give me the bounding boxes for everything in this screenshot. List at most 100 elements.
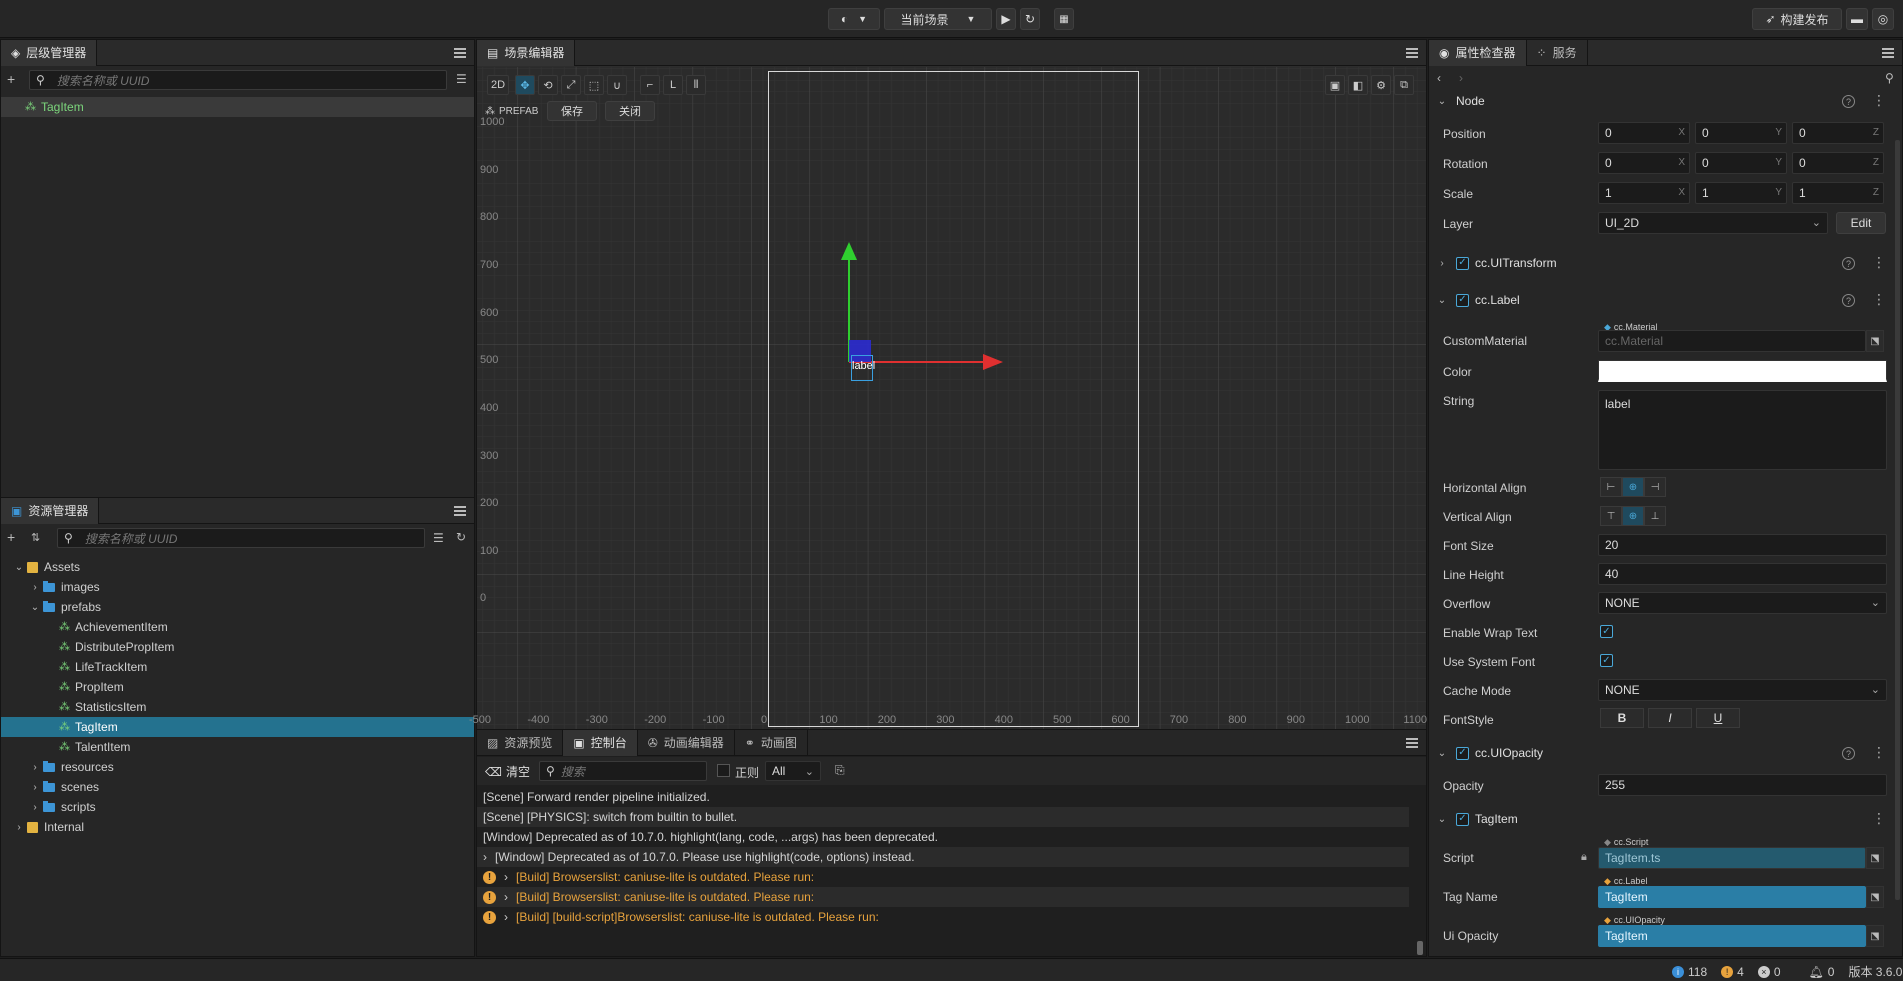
info-count[interactable]: i 118 bbox=[1672, 965, 1707, 979]
uitransform-header[interactable]: › ✓ cc.UITransform bbox=[1428, 250, 1888, 276]
asset-tree-item[interactable]: ⁂ TagItem bbox=[1, 717, 474, 737]
hierarchy-search-input[interactable]: ⚲ 搜索名称或 UUID bbox=[29, 70, 447, 90]
color-swatch[interactable] bbox=[1598, 360, 1887, 382]
console-search-input[interactable]: ⚲ 搜索 bbox=[539, 761, 707, 781]
console-scrollbar[interactable] bbox=[1417, 941, 1423, 955]
sort-icon[interactable]: ☰ bbox=[456, 72, 467, 86]
gizmo-button[interactable]: ⧉ bbox=[1394, 75, 1414, 95]
asset-tree-item[interactable]: ⁂ StatisticsItem bbox=[1, 697, 474, 717]
label-enabled-checkbox[interactable]: ✓ bbox=[1456, 293, 1469, 307]
tab-scene[interactable]: ▤ 场景编辑器 bbox=[477, 39, 576, 66]
bottom-tab[interactable]: ▨ 资源预览 bbox=[477, 729, 564, 756]
more-icon[interactable]: ⋮ bbox=[1872, 93, 1886, 107]
chevron-right-icon[interactable]: › bbox=[504, 910, 508, 924]
script-picker-button[interactable]: ⬔ bbox=[1866, 847, 1884, 869]
overflow-select[interactable]: NONE ⌄ bbox=[1598, 592, 1887, 614]
panel-menu-icon[interactable] bbox=[1406, 47, 1418, 58]
help-icon[interactable]: ? bbox=[1842, 95, 1855, 108]
asset-tree-item[interactable]: ⌄ Assets bbox=[1, 557, 474, 577]
settings-button[interactable]: ⚙ bbox=[1371, 75, 1391, 95]
error-count[interactable]: × 0 bbox=[1757, 965, 1781, 979]
tab-hierarchy[interactable]: ◈ 层级管理器 bbox=[1, 39, 98, 66]
console-log-row[interactable]: › [Window] Deprecated as of 10.7.0. Pleas… bbox=[477, 847, 1409, 867]
asset-tree-item[interactable]: › resources bbox=[1, 757, 474, 777]
valign-middle-button[interactable]: ⊕ bbox=[1622, 506, 1644, 526]
scene-select[interactable]: 当前场景 ▼ bbox=[884, 8, 992, 30]
snap-tool-button[interactable]: ∪ bbox=[607, 75, 627, 95]
chevron-right-icon[interactable]: › bbox=[29, 802, 41, 813]
console-log-row[interactable]: ! › [Build] [build-script]Browserslist: ca… bbox=[477, 907, 1409, 927]
scale-tool-button[interactable]: ⤢ bbox=[561, 75, 581, 95]
chevron-right-icon[interactable]: › bbox=[29, 762, 41, 773]
panel-menu-icon[interactable] bbox=[1882, 47, 1894, 58]
chevron-right-icon[interactable]: › bbox=[504, 890, 508, 904]
more-icon[interactable]: ⋮ bbox=[1872, 292, 1886, 306]
bottom-tab[interactable]: ⚭ 动画图 bbox=[735, 729, 808, 756]
more-icon[interactable]: ⋮ bbox=[1872, 255, 1886, 269]
add-asset-icon[interactable]: + bbox=[7, 529, 15, 545]
tagitem-component-header[interactable]: ⌄ ✓ TagItem bbox=[1428, 806, 1888, 832]
rotation-y-field[interactable]: 0Y bbox=[1695, 152, 1787, 174]
tab-inspector[interactable]: ◉ 属性检查器 bbox=[1429, 39, 1527, 66]
font-size-field[interactable]: 20 bbox=[1598, 534, 1887, 556]
cache-mode-select[interactable]: NONE ⌄ bbox=[1598, 679, 1887, 701]
node-section-header[interactable]: ⌄ Node bbox=[1428, 88, 1888, 114]
scene-camera-button[interactable]: ▣ bbox=[1325, 75, 1345, 95]
open-folder-button[interactable]: ▬ bbox=[1846, 8, 1868, 30]
halign-left-button[interactable]: ⊢ bbox=[1600, 477, 1622, 497]
scale-y-field[interactable]: 1Y bbox=[1695, 182, 1787, 204]
chevron-right-icon[interactable]: › bbox=[29, 782, 41, 793]
console-log-row[interactable]: [Window] Deprecated as of 10.7.0. highli… bbox=[477, 827, 1409, 847]
line-height-field[interactable]: 40 bbox=[1598, 563, 1887, 585]
valign-top-button[interactable]: ⊤ bbox=[1600, 506, 1622, 526]
mode-2d-button[interactable]: 2D bbox=[487, 75, 509, 95]
label-component-header[interactable]: ⌄ ✓ cc.Label bbox=[1428, 287, 1888, 313]
uiopacity-picker-button[interactable]: ⬔ bbox=[1866, 925, 1884, 947]
local-global-button[interactable]: L bbox=[663, 75, 683, 95]
asset-tree-item[interactable]: ⁂ LifeTrackItem bbox=[1, 657, 474, 677]
pivot-button[interactable]: ⌐ bbox=[640, 75, 660, 95]
chevron-down-icon[interactable]: ⌄ bbox=[29, 602, 41, 613]
pin-icon[interactable]: ⚲ bbox=[1885, 71, 1894, 85]
inspector-scrollbar[interactable] bbox=[1895, 140, 1900, 900]
uitransform-enabled-checkbox[interactable]: ✓ bbox=[1456, 256, 1469, 270]
help-icon[interactable]: ? bbox=[1842, 294, 1855, 307]
console-log-row[interactable]: [Scene] [PHYSICS]: switch from builtin t… bbox=[477, 807, 1409, 827]
scale-z-field[interactable]: 1Z bbox=[1792, 182, 1884, 204]
chevron-right-icon[interactable]: › bbox=[29, 582, 41, 593]
rotation-z-field[interactable]: 0Z bbox=[1792, 152, 1884, 174]
bottom-tab[interactable]: ▣ 控制台 bbox=[563, 729, 638, 756]
asset-tree-item[interactable]: ⁂ TalentItem bbox=[1, 737, 474, 757]
tagname-field[interactable]: TagItem bbox=[1598, 886, 1866, 908]
asset-tree-item[interactable]: › scenes bbox=[1, 777, 474, 797]
save-prefab-button[interactable]: 保存 bbox=[547, 101, 597, 121]
build-button[interactable]: ➶ 构建发布 bbox=[1752, 8, 1842, 30]
hierarchy-root-node[interactable]: ⁂ TagItem bbox=[1, 97, 474, 117]
clear-button[interactable]: ⌫ 清空 bbox=[485, 763, 530, 780]
video-button[interactable]: ◧ bbox=[1348, 75, 1368, 95]
log-filter-select[interactable]: All ⌄ bbox=[765, 761, 821, 781]
panel-menu-icon[interactable] bbox=[454, 505, 466, 516]
warn-count[interactable]: ! 4 bbox=[1721, 965, 1744, 979]
position-y-field[interactable]: 0Y bbox=[1695, 122, 1787, 144]
platform-select[interactable]: ◐ ▼ bbox=[828, 8, 880, 30]
scale-x-field[interactable]: 1X bbox=[1598, 182, 1690, 204]
panel-menu-icon[interactable] bbox=[1406, 737, 1418, 748]
position-z-field[interactable]: 0Z bbox=[1792, 122, 1884, 144]
string-textarea[interactable]: label bbox=[1598, 390, 1887, 470]
console-log-row[interactable]: [Scene] Forward render pipeline initiali… bbox=[477, 787, 1409, 807]
bold-button[interactable]: B bbox=[1600, 708, 1644, 728]
layer-select[interactable]: UI_2D ⌄ bbox=[1598, 212, 1828, 234]
refresh-icon[interactable]: ↻ bbox=[456, 530, 466, 544]
add-node-icon[interactable]: + bbox=[7, 71, 15, 87]
console-log-row[interactable]: ! › [Build] Browserslist: caniuse-lite is … bbox=[477, 887, 1409, 907]
asset-tree-item[interactable]: › Internal bbox=[1, 817, 474, 837]
asset-tree-item[interactable]: › images bbox=[1, 577, 474, 597]
asset-tree-item[interactable]: ⁂ DistributePropItem bbox=[1, 637, 474, 657]
forward-arrow-icon[interactable]: › bbox=[1459, 71, 1463, 85]
tagitem-enabled-checkbox[interactable]: ✓ bbox=[1456, 812, 1469, 826]
chevron-down-icon[interactable]: ⌄ bbox=[13, 562, 25, 573]
halign-right-button[interactable]: ⊣ bbox=[1644, 477, 1666, 497]
console-log-row[interactable]: ! › [Build] Browserslist: caniuse-lite is … bbox=[477, 867, 1409, 887]
regex-checkbox[interactable] bbox=[717, 764, 730, 777]
